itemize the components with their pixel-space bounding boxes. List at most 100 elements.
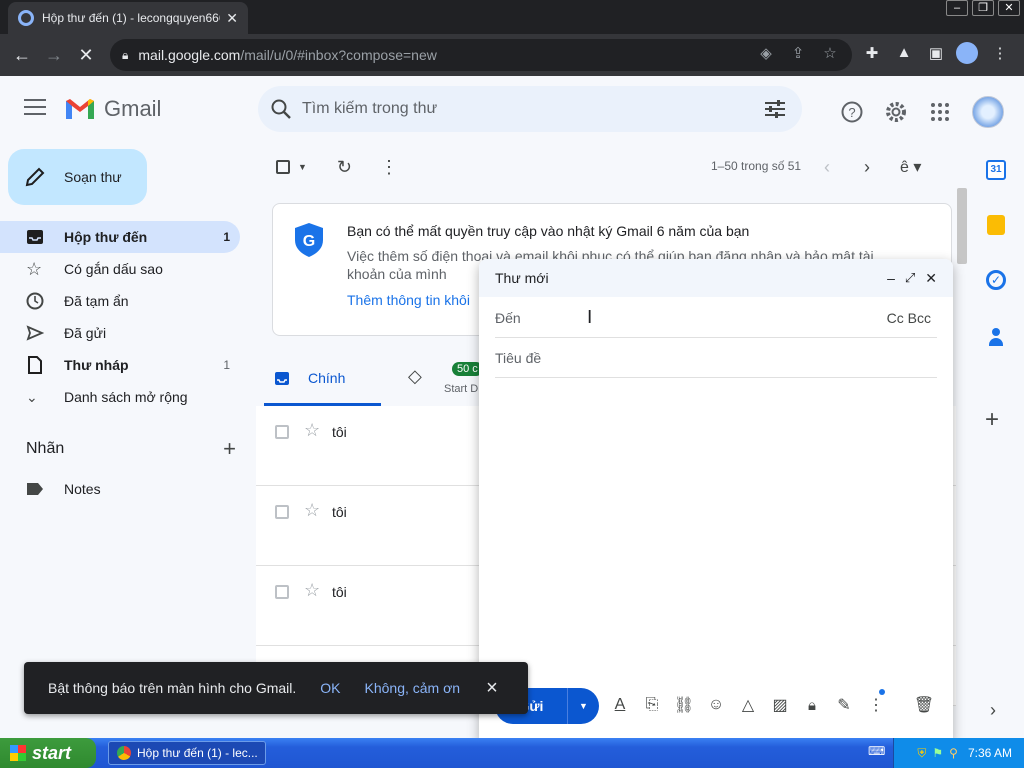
main-menu-icon[interactable] xyxy=(24,98,46,116)
clock: 7:36 AM xyxy=(967,746,1012,760)
security-shield-icon[interactable]: ⛨ xyxy=(917,746,926,761)
close-icon[interactable]: ✕ xyxy=(925,270,937,287)
refresh-icon[interactable]: ↻ xyxy=(337,157,352,178)
label-item-notes[interactable]: Notes xyxy=(0,473,240,505)
add-label-icon[interactable]: + xyxy=(223,438,236,460)
search-options-icon[interactable] xyxy=(764,99,786,119)
prev-page-icon[interactable]: ‹ xyxy=(824,157,830,178)
nav-item-snoozed[interactable]: Đã tạm ẩn xyxy=(0,285,240,317)
star-icon[interactable]: ☆ xyxy=(304,420,320,441)
discard-trash-icon[interactable]: 🗑︎ xyxy=(913,695,935,715)
nav-item-starred[interactable]: ☆ Có gắn dấu sao xyxy=(0,253,240,285)
network-icon[interactable]: ⚑ xyxy=(932,746,943,760)
email-sender: tôi xyxy=(332,424,347,440)
to-label: Đến xyxy=(495,309,521,326)
tasks-icon[interactable]: ✓ xyxy=(986,270,1006,290)
compose-button[interactable]: Soạn thư xyxy=(8,149,147,205)
subject-field[interactable]: Tiêu đề xyxy=(495,338,937,378)
next-page-icon[interactable]: › xyxy=(864,157,870,178)
pagination-text: 1–50 trong số 51 xyxy=(711,159,802,173)
minimize-window-button[interactable]: – xyxy=(946,0,968,16)
search-tray-icon[interactable]: ⚲ xyxy=(949,746,958,760)
scrollbar[interactable] xyxy=(957,188,967,264)
search-bar[interactable]: Tìm kiếm trong thư xyxy=(258,86,802,132)
labs-icon[interactable]: ▲ xyxy=(894,44,914,61)
more-options-icon[interactable]: ⋮ xyxy=(865,689,887,715)
send-options-dropdown-icon[interactable]: ▼ xyxy=(567,688,599,724)
profile-avatar[interactable] xyxy=(956,42,978,64)
nav-item-sent[interactable]: Đã gửi xyxy=(0,317,240,349)
keep-icon[interactable] xyxy=(987,215,1005,235)
input-tools-icon[interactable]: ê ▾ xyxy=(900,157,921,177)
help-icon[interactable]: ? xyxy=(840,100,864,124)
compose-header[interactable]: Thư mới – ⤢ ✕ xyxy=(479,259,953,297)
message-body[interactable] xyxy=(495,383,937,679)
stop-loading-icon[interactable]: ✕ xyxy=(70,45,102,66)
search-icon[interactable] xyxy=(270,98,292,120)
calendar-icon[interactable]: 31 xyxy=(986,160,1006,180)
install-icon[interactable]: ◈ xyxy=(756,44,776,62)
contacts-icon[interactable] xyxy=(989,328,1003,346)
nav-item-inbox[interactable]: Hộp thư đến 1 xyxy=(0,221,240,253)
nav-count: 1 xyxy=(223,358,230,372)
apps-grid-icon[interactable] xyxy=(928,100,952,124)
link-icon[interactable]: ⛓ xyxy=(673,695,695,715)
back-icon[interactable]: ← xyxy=(6,45,38,66)
to-field[interactable]: Đến Ⅰ Cc Bcc xyxy=(495,298,937,338)
settings-gear-icon[interactable] xyxy=(884,100,908,124)
attach-icon[interactable]: ⎘ xyxy=(641,696,663,714)
banner-link[interactable]: Thêm thông tin khôi xyxy=(347,292,470,308)
formatting-icon[interactable]: A xyxy=(609,696,631,714)
gmail-logo[interactable]: Gmail xyxy=(64,96,161,122)
taskbar-item-chrome[interactable]: Hộp thư đến (1) - lec... xyxy=(108,741,266,765)
row-checkbox[interactable] xyxy=(275,425,289,439)
more-options-icon[interactable]: ⋮ xyxy=(380,157,398,178)
toast-close-icon[interactable]: × xyxy=(486,677,498,700)
start-button[interactable]: start xyxy=(0,738,96,768)
account-avatar[interactable] xyxy=(972,96,1004,128)
banner-heading: Bạn có thể mất quyền truy cập vào nhật k… xyxy=(347,223,750,239)
toast-dismiss-button[interactable]: Không, cảm ơn xyxy=(365,680,461,696)
drive-icon[interactable]: △ xyxy=(737,695,759,715)
address-bar[interactable]: 🔒︎ mail.google.com/mail/u/0/#inbox?compo… xyxy=(110,39,852,71)
subject-input[interactable]: Tiêu đề xyxy=(495,350,541,366)
chrome-menu-icon[interactable]: ⋮ xyxy=(990,44,1010,62)
start-label: start xyxy=(32,742,72,763)
cc-bcc-link[interactable]: Cc Bcc xyxy=(887,310,931,326)
confidential-lock-icon[interactable]: 🔒︎ xyxy=(801,697,823,714)
insert-photo-icon[interactable]: ▨ xyxy=(769,695,791,715)
browser-tab[interactable]: Hộp thư đến (1) - lecongquyen666 ✕ xyxy=(8,2,248,34)
select-all-checkbox[interactable] xyxy=(276,160,290,174)
close-tab-icon[interactable]: ✕ xyxy=(226,10,238,27)
fullscreen-icon[interactable]: ⤢ xyxy=(905,270,915,286)
search-input[interactable]: Tìm kiếm trong thư xyxy=(302,100,764,118)
chevron-down-icon: ⌄ xyxy=(26,388,38,405)
pencil-icon xyxy=(25,167,45,187)
keyboard-icon[interactable]: ⌨ xyxy=(868,744,885,758)
bookmark-star-icon[interactable]: ☆ xyxy=(820,44,840,62)
row-checkbox[interactable] xyxy=(275,505,289,519)
toast-ok-button[interactable]: OK xyxy=(320,680,340,696)
star-icon[interactable]: ☆ xyxy=(304,500,320,521)
restore-window-button[interactable]: ❐ xyxy=(972,0,994,16)
select-dropdown-icon[interactable]: ▼ xyxy=(298,162,307,172)
add-addon-icon[interactable]: + xyxy=(985,408,999,432)
minimize-icon[interactable]: – xyxy=(887,270,895,286)
nav-item-more[interactable]: ⌄ Danh sách mở rộng xyxy=(0,381,240,413)
share-icon[interactable]: ⇪ xyxy=(788,44,808,62)
signature-pen-icon[interactable]: ✎ xyxy=(833,695,855,715)
tab-primary[interactable]: Chính xyxy=(264,352,381,406)
nav-item-drafts[interactable]: Thư nháp 1 xyxy=(0,349,240,381)
emoji-icon[interactable]: ☺ xyxy=(705,696,727,714)
nav-label: Thư nháp xyxy=(64,357,129,373)
side-panel-icon[interactable]: ▣ xyxy=(926,44,946,62)
row-checkbox[interactable] xyxy=(275,585,289,599)
expand-panel-icon[interactable]: › xyxy=(990,700,996,721)
extensions-icon[interactable]: ✚ xyxy=(862,44,882,62)
close-window-button[interactable]: ✕ xyxy=(998,0,1020,16)
nav-label: Đã gửi xyxy=(64,325,107,341)
tab-promotions[interactable]: ◇ 50 c Start D xyxy=(404,352,484,406)
star-icon[interactable]: ☆ xyxy=(304,580,320,601)
forward-icon[interactable]: → xyxy=(38,45,70,66)
email-sender: tôi xyxy=(332,504,347,520)
